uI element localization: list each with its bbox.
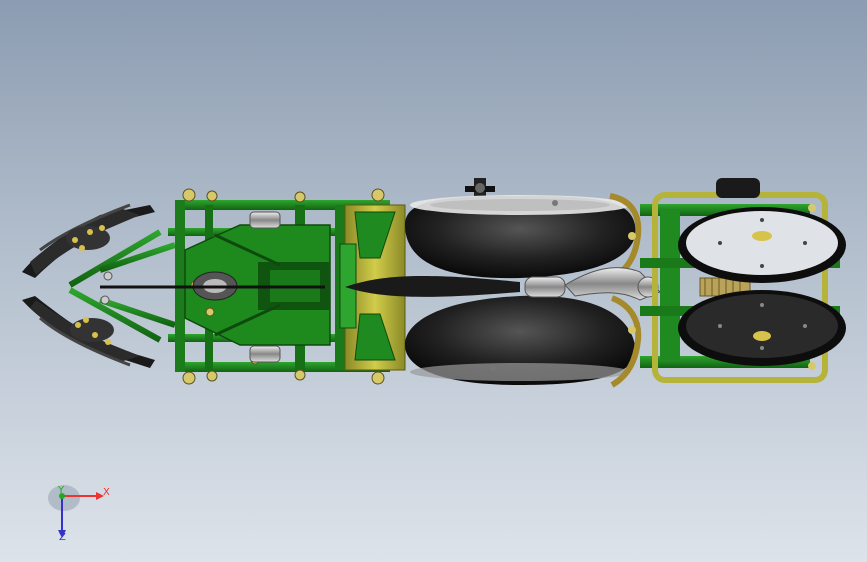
z-axis-label: Z	[59, 532, 66, 543]
y-axis-label: Y	[58, 485, 65, 496]
x-axis-label: X	[103, 487, 110, 498]
closing-wheel-upper	[678, 207, 846, 283]
closing-wheel-lower	[678, 290, 846, 366]
meter-knob	[465, 178, 495, 196]
cad-viewport[interactable]: X Y Z	[0, 0, 867, 562]
row-cleaner-lower	[22, 296, 155, 368]
gauge-wheel-upper	[405, 193, 642, 281]
gauge-wheel-lower	[405, 295, 642, 388]
planter-row-unit-model[interactable]	[0, 0, 867, 562]
row-cleaner-upper	[22, 203, 155, 278]
